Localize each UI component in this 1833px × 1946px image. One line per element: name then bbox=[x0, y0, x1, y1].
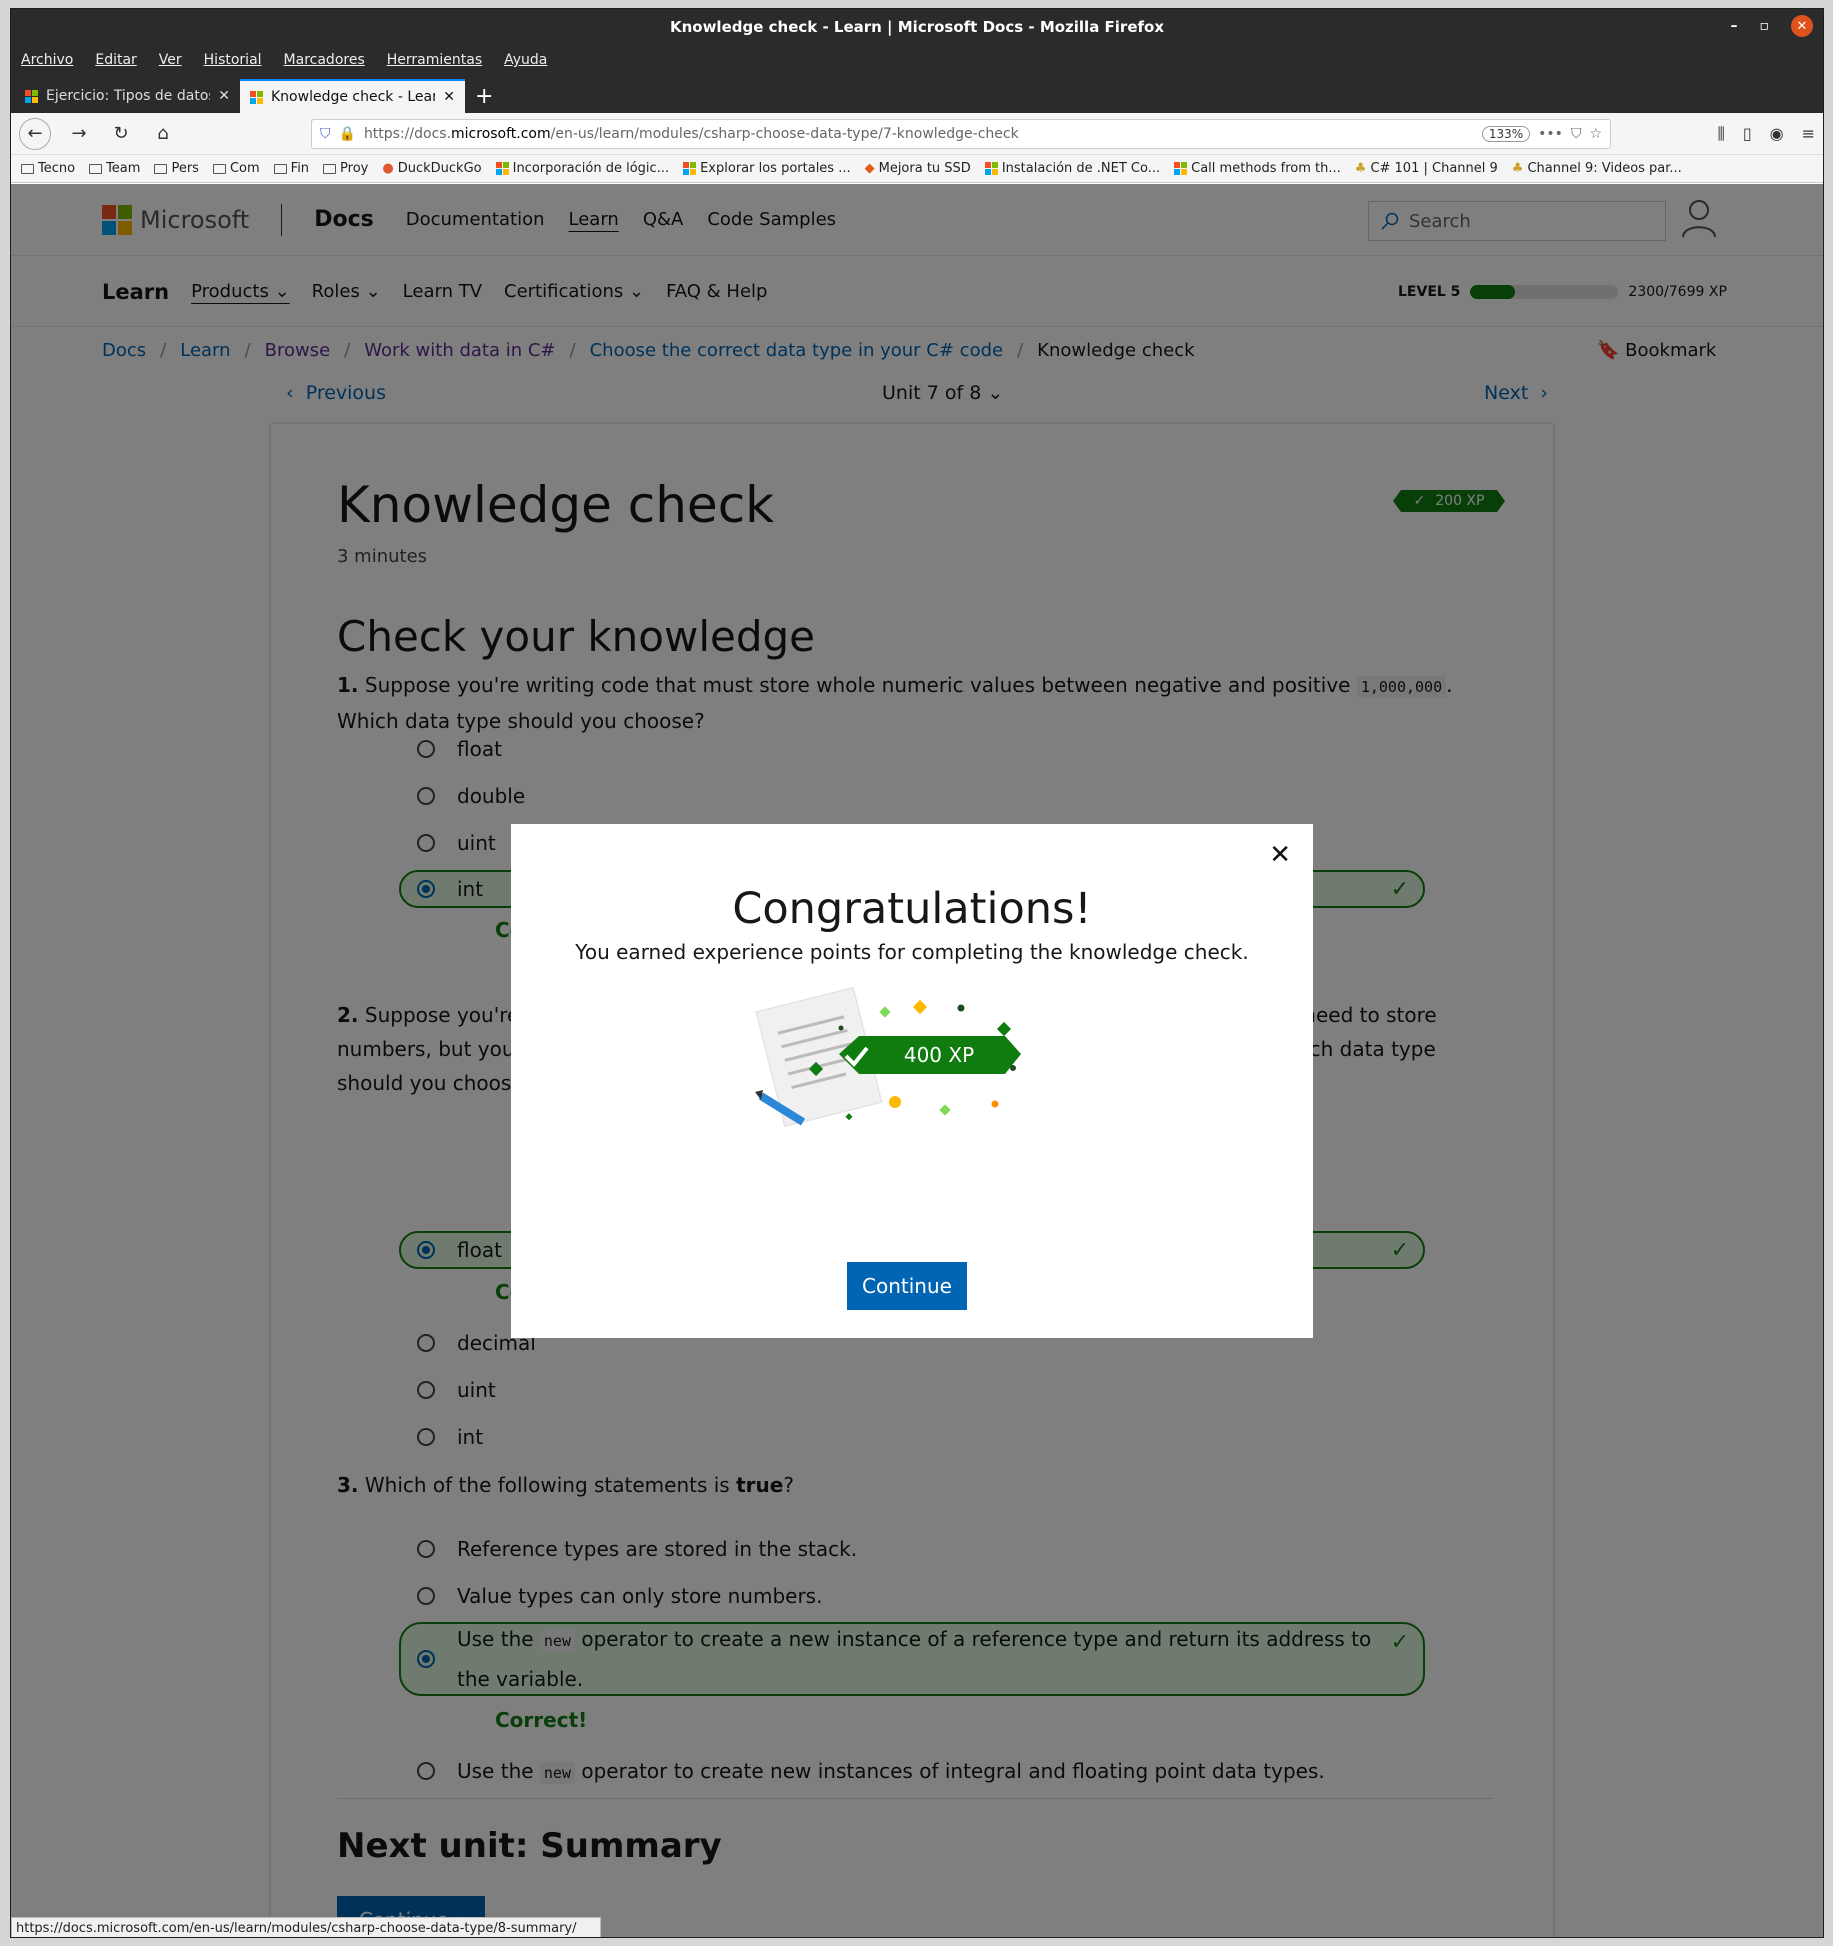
congratulations-dialog: ✕ Congratulations! You earned experience… bbox=[511, 824, 1313, 1338]
dialog-subtitle: You earned experience points for complet… bbox=[575, 940, 1249, 964]
menu-herramientas[interactable]: Herramientas bbox=[387, 52, 482, 68]
menu-ayuda[interactable]: Ayuda bbox=[504, 52, 547, 68]
maximize-icon[interactable]: ▫ bbox=[1760, 18, 1770, 34]
bookmark-folder[interactable]: Fin bbox=[273, 161, 309, 176]
back-icon[interactable]: ← bbox=[19, 117, 51, 150]
menu-bar: Archivo Editar Ver Historial Marcadores … bbox=[11, 45, 1823, 75]
bookmark-link[interactable]: Call methods from th... bbox=[1174, 161, 1341, 176]
duckduckgo-icon: ● bbox=[382, 161, 394, 176]
folder-icon bbox=[212, 163, 226, 174]
url-text[interactable]: https://docs.microsoft.com/en-us/learn/m… bbox=[364, 126, 1474, 142]
bookmarks-bar: Tecno Team Pers Com Fin Proy ● DuckDuckGo… bbox=[11, 155, 1823, 183]
menu-historial[interactable]: Historial bbox=[204, 52, 262, 68]
bookmark-link[interactable]: ● DuckDuckGo bbox=[382, 161, 481, 176]
reload-icon[interactable]: ↻ bbox=[107, 123, 135, 144]
close-icon[interactable]: ✕ bbox=[1269, 840, 1291, 870]
ssd-icon: ◆ bbox=[864, 161, 875, 176]
folder-icon bbox=[154, 163, 168, 174]
bookmark-link[interactable]: Incorporación de lógic... bbox=[495, 161, 669, 176]
tab-bar: Ejercicio: Tipos de datos ✕ Knowledge ch… bbox=[11, 75, 1823, 113]
tab-title: Ejercicio: Tipos de datos bbox=[46, 88, 211, 104]
folder-icon bbox=[21, 163, 34, 174]
account-icon[interactable]: ◉ bbox=[1770, 124, 1784, 144]
title-bar: Knowledge check - Learn | Microsoft Docs… bbox=[11, 9, 1823, 45]
more-icon[interactable]: ••• bbox=[1538, 126, 1563, 142]
microsoft-icon bbox=[683, 162, 697, 175]
menu-editar[interactable]: Editar bbox=[95, 52, 136, 68]
zoom-level[interactable]: 133% bbox=[1481, 125, 1531, 142]
dialog-title: Congratulations! bbox=[732, 884, 1092, 934]
forward-icon[interactable]: → bbox=[65, 123, 93, 144]
status-bar-url: https://docs.microsoft.com/en-us/learn/m… bbox=[11, 1917, 601, 1937]
favicon-icon bbox=[250, 90, 263, 104]
bookmark-folder[interactable]: Pers bbox=[154, 161, 199, 176]
channel9-icon: ♣ bbox=[1511, 161, 1524, 176]
xp-illustration: 400 XP bbox=[755, 987, 1021, 1127]
menu-ver[interactable]: Ver bbox=[159, 52, 182, 68]
folder-icon bbox=[323, 163, 337, 174]
bookmark-link[interactable]: ♣ C# 101 | Channel 9 bbox=[1355, 161, 1498, 176]
lock-icon[interactable]: 🔒 bbox=[339, 126, 356, 142]
bookmark-folder[interactable]: Team bbox=[89, 161, 140, 176]
home-icon[interactable]: ⌂ bbox=[149, 123, 177, 144]
folder-icon bbox=[89, 163, 103, 174]
bookmark-folder[interactable]: Com bbox=[212, 161, 260, 176]
navigation-bar: ← → ↻ ⌂ ⛉ 🔒 https://docs.microsoft.com/e… bbox=[11, 113, 1823, 155]
bookmark-link[interactable]: Instalación de .NET Co... bbox=[984, 161, 1160, 176]
menu-marcadores[interactable]: Marcadores bbox=[284, 52, 365, 68]
microsoft-icon bbox=[1174, 162, 1188, 175]
bookmark-link[interactable]: ◆ Mejora tu SSD bbox=[865, 161, 971, 176]
bookmark-folder[interactable]: Proy bbox=[323, 161, 368, 176]
close-window-icon[interactable]: ✕ bbox=[1791, 15, 1813, 37]
minimize-icon[interactable]: – bbox=[1731, 18, 1738, 34]
tab-knowledge-check[interactable]: Knowledge check - Learn ✕ bbox=[240, 79, 465, 113]
tab-title: Knowledge check - Learn bbox=[271, 89, 436, 105]
favicon-icon bbox=[25, 89, 38, 103]
browser-window: Knowledge check - Learn | Microsoft Docs… bbox=[10, 8, 1824, 1938]
folder-icon bbox=[273, 163, 287, 174]
close-tab-icon[interactable]: ✕ bbox=[218, 88, 230, 104]
hamburger-menu-icon[interactable]: ≡ bbox=[1802, 124, 1815, 144]
star-icon[interactable]: ☆ bbox=[1589, 126, 1602, 142]
menu-archivo[interactable]: Archivo bbox=[21, 52, 73, 68]
window-title: Knowledge check - Learn | Microsoft Docs… bbox=[669, 18, 1165, 36]
url-bar[interactable]: ⛉ 🔒 https://docs.microsoft.com/en-us/lea… bbox=[311, 118, 1611, 149]
bookmark-link[interactable]: Explorar los portales ... bbox=[683, 161, 851, 176]
bookmark-folder[interactable]: Tecno bbox=[21, 161, 75, 176]
dialog-continue-button[interactable]: Continue bbox=[847, 1262, 967, 1310]
modal-xp-label: 400 XP bbox=[904, 1043, 974, 1067]
new-tab-icon[interactable]: + bbox=[465, 84, 503, 113]
microsoft-icon bbox=[984, 162, 998, 175]
microsoft-icon bbox=[495, 162, 509, 175]
channel9-icon: ♣ bbox=[1354, 161, 1367, 176]
shield-icon[interactable]: ⛉ bbox=[320, 126, 331, 142]
bookmark-link[interactable]: ♣ Channel 9: Videos par... bbox=[1512, 161, 1682, 176]
pocket-icon[interactable]: ⛉ bbox=[1571, 126, 1582, 142]
tab-ejercicio[interactable]: Ejercicio: Tipos de datos ✕ bbox=[15, 79, 240, 113]
web-page: Microsoft Docs Documentation Learn Q&A C… bbox=[11, 184, 1823, 1937]
library-icon[interactable]: ⫼ bbox=[1717, 124, 1724, 144]
close-tab-icon[interactable]: ✕ bbox=[443, 89, 455, 105]
sidebar-icon[interactable]: ▯ bbox=[1743, 124, 1752, 144]
